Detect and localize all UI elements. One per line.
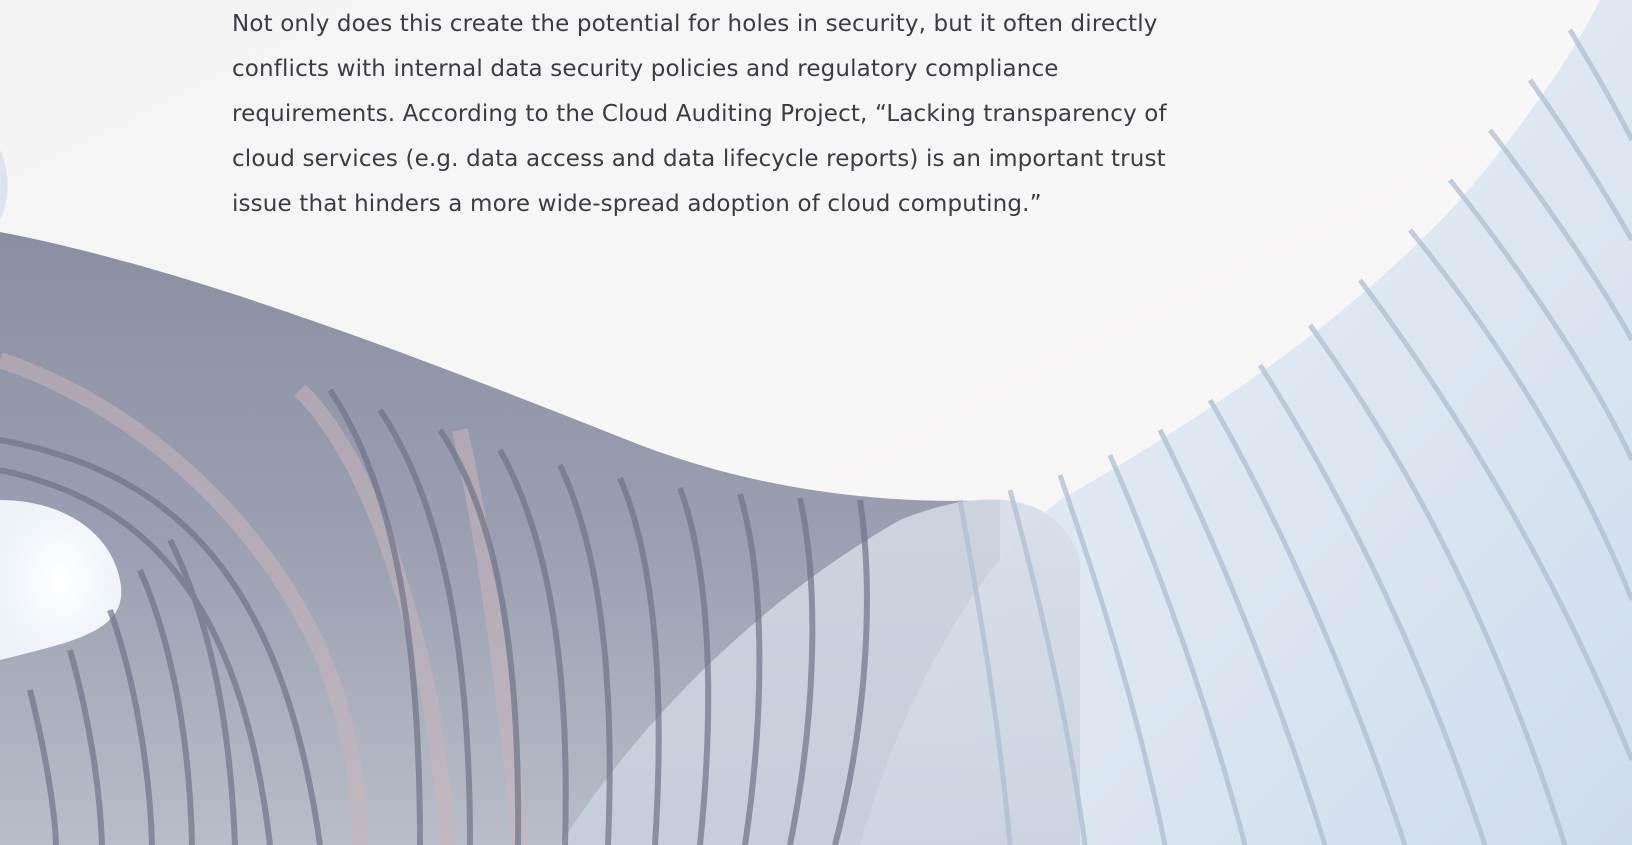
article-body: Not only does this create the potential … xyxy=(232,0,1192,227)
article-paragraph: Not only does this create the potential … xyxy=(232,11,1167,217)
